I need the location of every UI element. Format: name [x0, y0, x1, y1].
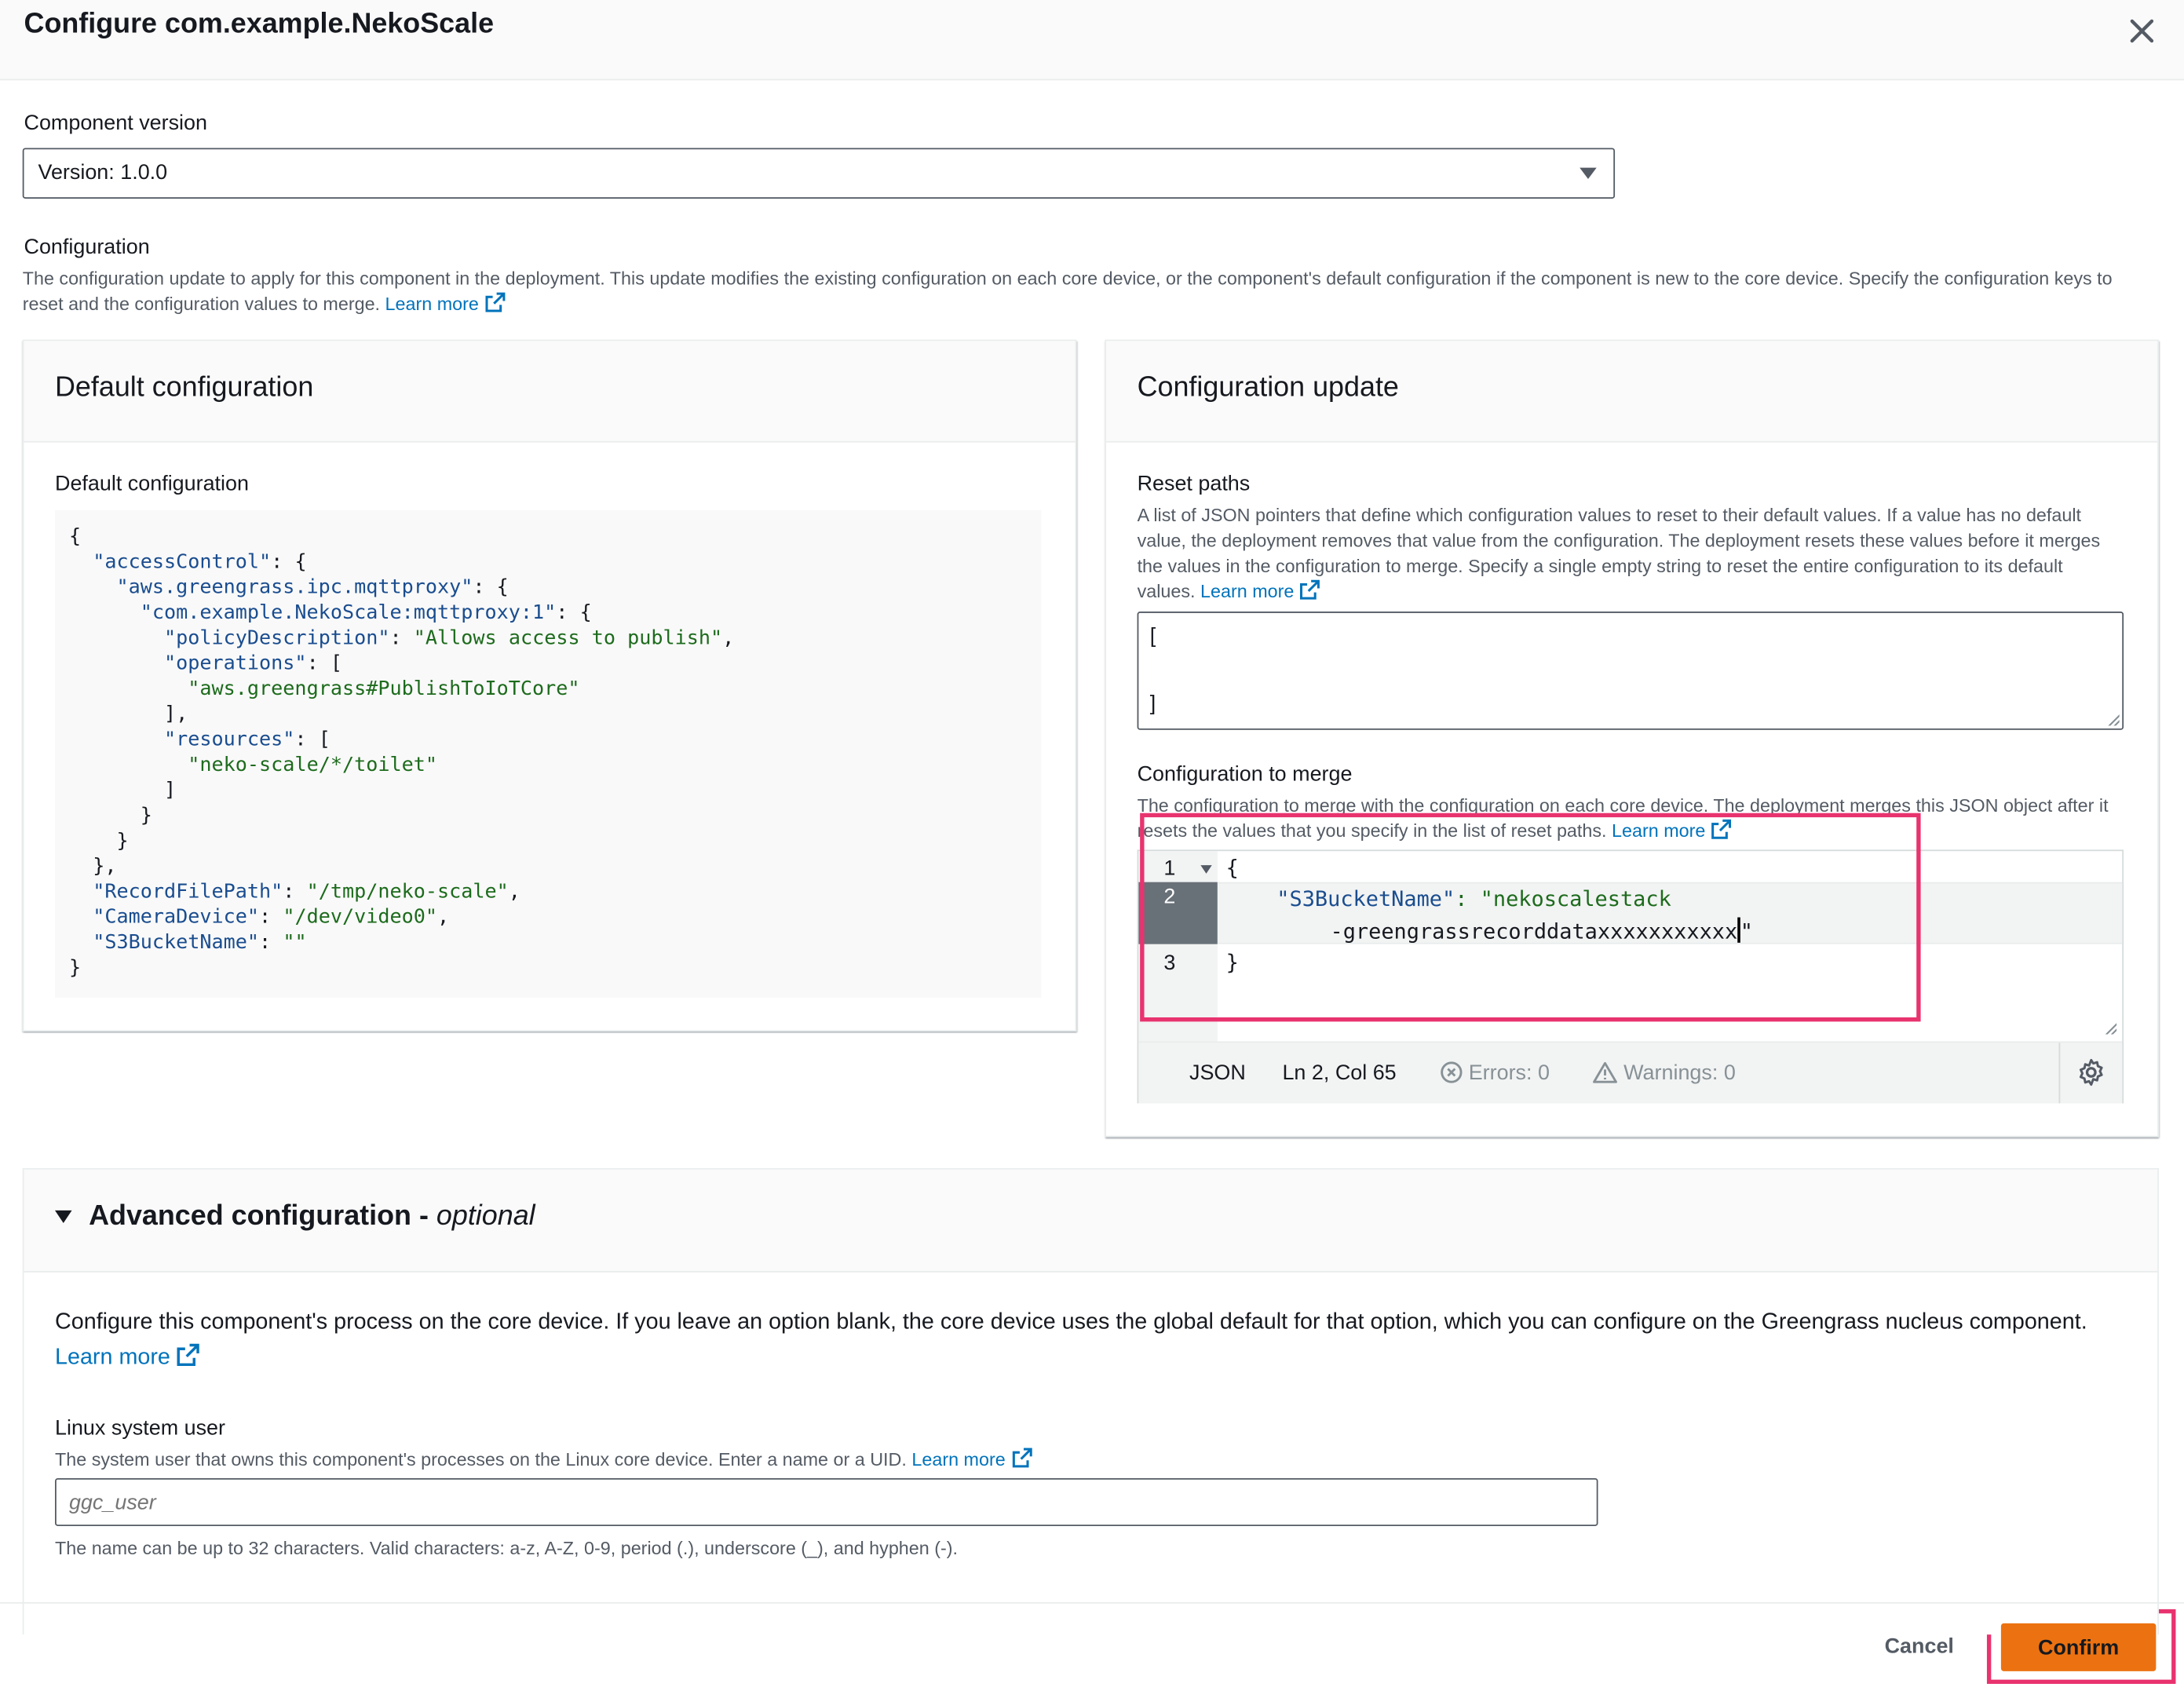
close-icon — [2130, 19, 2154, 43]
linux-user-learn-more-link[interactable]: Learn more — [911, 1448, 1032, 1470]
advanced-description: Configure this component's process on th… — [55, 1305, 2127, 1375]
advanced-configuration-heading: Advanced configuration - optional — [89, 1200, 535, 1232]
resize-handle-icon[interactable] — [2108, 714, 2120, 726]
configuration-update-panel-header: Configuration update — [1106, 341, 2158, 443]
language-indicator: JSON — [1189, 1061, 1246, 1086]
default-code-line: "operations": [ — [164, 652, 342, 675]
cursor-position: Ln 2, Col 65 — [1282, 1061, 1397, 1086]
linux-system-user-label: Linux system user — [55, 1415, 226, 1441]
close-button[interactable] — [2122, 11, 2161, 50]
configuration-learn-more-link[interactable]: Learn more — [385, 292, 506, 315]
cancel-button[interactable]: Cancel — [1863, 1623, 1976, 1671]
learn-more-text: Learn more — [55, 1346, 170, 1370]
default-configuration-panel: Default configuration Default configurat… — [22, 339, 1077, 1032]
default-code-line: ] — [68, 779, 177, 802]
default-configuration-code: { "accessControl": { "aws.greengrass.ipc… — [55, 509, 1042, 998]
default-code-line: ], — [68, 703, 188, 726]
editor-status-bar: JSON Ln 2, Col 65 Errors: 0 Warnings: 0 — [1138, 1041, 2123, 1104]
external-link-icon — [1011, 1448, 1032, 1468]
configure-component-modal: Configure com.example.NekoScale Componen… — [0, 0, 2184, 1698]
errors-indicator[interactable]: Errors: 0 — [1440, 1061, 1550, 1086]
configuration-to-merge-label: Configuration to merge — [1137, 762, 1353, 787]
warnings-indicator[interactable]: Warnings: 0 — [1592, 1061, 1736, 1086]
reset-paths-line-1: [ — [1149, 624, 1156, 648]
reset-paths-description: A list of JSON pointers that define whic… — [1138, 503, 2110, 604]
editor-settings-button[interactable] — [2058, 1043, 2122, 1104]
learn-more-text: Learn more — [1200, 580, 1295, 602]
external-link-icon — [485, 292, 505, 312]
default-code-line: "accessControl": { — [93, 550, 307, 574]
default-code-line: } — [68, 956, 82, 980]
default-code-line: } — [68, 804, 152, 827]
default-code-line: } — [68, 830, 129, 853]
configuration-update-heading: Configuration update — [1137, 371, 1399, 404]
component-version-select[interactable]: Version: 1.0.0 — [22, 148, 1616, 199]
default-code-line: "resources": [ — [164, 728, 331, 751]
default-configuration-panel-header: Default configuration — [24, 341, 1076, 443]
configuration-label: Configuration — [24, 235, 150, 260]
advanced-configuration-section: Advanced configuration - optional Config… — [22, 1168, 2159, 1635]
default-code-line: "S3BucketName": "" — [93, 931, 307, 955]
default-code-line: "policyDescription": "Allows access to p… — [164, 626, 735, 650]
default-code-line: { — [68, 525, 82, 549]
linux-user-description-text: The system user that owns this component… — [55, 1448, 907, 1470]
default-code-line: "aws.greengrass.ipc.mqttproxy": { — [116, 576, 509, 599]
expand-triangle-icon — [55, 1210, 72, 1224]
learn-more-text: Learn more — [911, 1448, 1006, 1470]
default-code-line: "com.example.NekoScale:mqttproxy:1": { — [140, 601, 592, 625]
error-circle-icon — [1441, 1061, 1463, 1083]
linux-system-user-description: The system user that owns this component… — [55, 1447, 1746, 1472]
advanced-title: Advanced configuration - — [89, 1200, 429, 1232]
warning-triangle-icon — [1593, 1061, 1617, 1083]
reset-paths-line-2: ] — [1149, 692, 1156, 716]
default-code-line: "CameraDevice": "/dev/video0", — [93, 906, 450, 929]
linux-system-user-input[interactable] — [55, 1477, 1598, 1526]
default-code-line: "RecordFilePath": "/tmp/neko-scale", — [93, 880, 520, 904]
default-code-line: "aws.greengrass#PublishToIoTCore" — [188, 677, 580, 701]
configuration-description: The configuration update to apply for th… — [23, 266, 2137, 317]
editor-highlight-box — [1140, 812, 1921, 1022]
errors-count: Errors: 0 — [1468, 1061, 1550, 1086]
default-configuration-field-label: Default configuration — [55, 472, 249, 496]
default-configuration-heading: Default configuration — [55, 371, 314, 404]
footer-divider — [0, 1601, 2184, 1604]
reset-paths-textarea[interactable]: [ ] — [1137, 612, 2124, 730]
external-link-icon — [1300, 579, 1320, 600]
default-code-line: "neko-scale/*/toilet" — [188, 754, 438, 777]
warnings-count: Warnings: 0 — [1623, 1061, 1736, 1086]
confirm-button[interactable]: Confirm — [2000, 1623, 2157, 1671]
optional-label: optional — [436, 1200, 535, 1232]
advanced-learn-more-link[interactable]: Learn more — [55, 1343, 200, 1370]
default-code-line: }, — [68, 855, 117, 878]
reset-paths-label: Reset paths — [1137, 472, 1251, 496]
advanced-configuration-toggle[interactable]: Advanced configuration - optional — [24, 1169, 2158, 1273]
gear-icon — [2079, 1058, 2103, 1086]
modal-title: Configure com.example.NekoScale — [24, 8, 495, 40]
configuration-description-text: The configuration update to apply for th… — [22, 268, 2113, 315]
learn-more-text: Learn more — [385, 293, 479, 315]
component-version-label: Component version — [24, 111, 208, 136]
advanced-description-text: Configure this component's process on th… — [55, 1310, 2087, 1335]
external-link-icon — [177, 1343, 199, 1367]
reset-paths-learn-more-link[interactable]: Learn more — [1200, 579, 1320, 602]
component-version-value: Version: 1.0.0 — [38, 160, 168, 185]
resize-handle-icon[interactable] — [2105, 1023, 2117, 1035]
linux-user-constraint-text: The name can be up to 32 characters. Val… — [55, 1537, 959, 1559]
caret-down-icon — [1580, 167, 1597, 179]
